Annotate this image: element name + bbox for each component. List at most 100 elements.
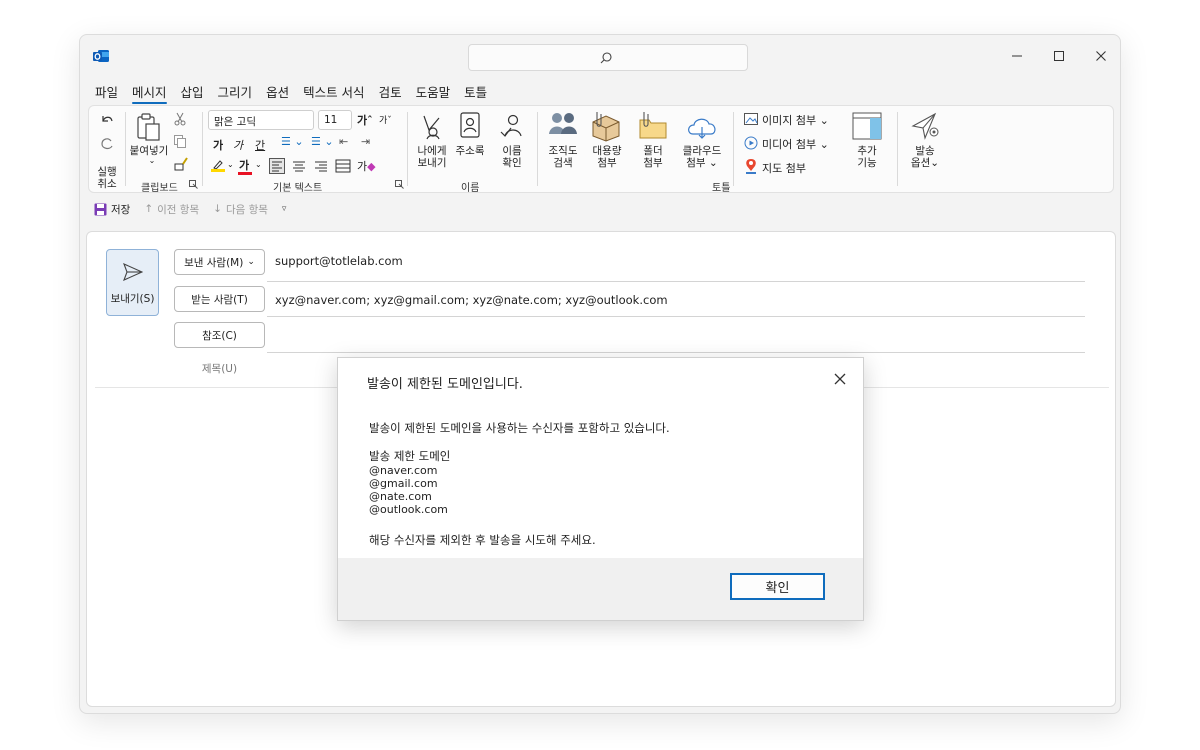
dialog-launcher-icon[interactable] <box>395 180 404 189</box>
cloud-attachment-icon[interactable] <box>685 114 719 140</box>
tab-draw[interactable]: 그리기 <box>211 79 260 103</box>
tab-file[interactable]: 파일 <box>88 79 125 103</box>
dialog-instruction: 해당 수신자를 제외한 후 발송을 시도해 주세요. <box>369 533 596 547</box>
to-underline <box>267 316 1085 317</box>
paste-icon[interactable] <box>135 112 161 142</box>
tab-totle[interactable]: 토틀 <box>457 79 494 103</box>
list-item: @naver.com <box>369 464 438 477</box>
totle-group-label: 토틀 <box>712 183 731 194</box>
menu-bar: 파일 메시지 삽입 그리기 옵션 텍스트 서식 검토 도움말 토틀 <box>88 79 494 104</box>
names-group-label: 이름 <box>461 183 480 194</box>
org-search-button[interactable]: 조직도 검색 <box>545 145 581 169</box>
media-attach-button[interactable]: 미디어 첨부 ⌄ <box>762 136 829 152</box>
search-input[interactable] <box>468 44 748 71</box>
chevron-down-icon[interactable]: ⌄ <box>255 160 262 169</box>
align-center-icon[interactable] <box>291 158 307 174</box>
dialog-close-button[interactable] <box>829 368 851 390</box>
font-name-select[interactable]: 맑은 고딕 <box>208 110 314 130</box>
from-button[interactable]: 보낸 사람(M) ⌄ <box>174 249 265 275</box>
separator <box>733 112 734 186</box>
map-attach-button[interactable]: 지도 첨부 <box>762 160 806 176</box>
cc-button[interactable]: 참조(C) <box>174 322 265 348</box>
subject-label: 제목(U) <box>201 363 238 375</box>
format-painter-icon[interactable] <box>173 156 189 172</box>
minimize-button[interactable] <box>1002 46 1032 66</box>
decrease-indent-icon[interactable]: ⇤ <box>339 135 348 148</box>
ok-button[interactable]: 확인 <box>730 573 825 600</box>
quick-access-toolbar: 저장 ↑ 이전 항목 ↓ 다음 항목 ▿ <box>88 196 1114 222</box>
check-names-icon[interactable] <box>499 112 525 140</box>
to-button[interactable]: 받는 사람(T) <box>174 286 265 312</box>
copy-icon[interactable] <box>173 134 187 148</box>
maximize-icon <box>1054 51 1064 61</box>
cut-icon[interactable] <box>173 112 187 126</box>
separator <box>202 112 203 186</box>
clear-formatting-icon[interactable]: 가◆ <box>357 158 376 174</box>
maximize-button[interactable] <box>1044 46 1074 66</box>
save-button[interactable]: 저장 <box>94 202 130 217</box>
cloud-attachment-button[interactable]: 클라우드 첨부 ⌄ <box>679 145 725 169</box>
org-chart-icon[interactable] <box>547 110 579 140</box>
customize-toolbar-icon[interactable]: ▿ <box>282 204 287 214</box>
previous-item-button[interactable]: ↑ 이전 항목 <box>144 202 199 217</box>
justify-icon[interactable] <box>335 158 351 174</box>
font-color-icon[interactable]: 가 <box>239 157 249 173</box>
add-ins-icon[interactable] <box>852 112 882 140</box>
large-attachment-icon[interactable] <box>589 110 623 142</box>
from-value: support@totlelab.com <box>275 254 403 268</box>
grow-font-icon[interactable]: 가ˆ <box>357 112 373 128</box>
tab-review[interactable]: 검토 <box>372 79 409 103</box>
media-icon[interactable] <box>744 136 758 150</box>
address-book-icon[interactable] <box>459 112 481 138</box>
separator <box>897 112 898 186</box>
dialog-title: 발송이 제한된 도메인입니다. <box>367 377 523 392</box>
increase-indent-icon[interactable]: ⇥ <box>361 135 370 148</box>
undo-icon[interactable] <box>99 112 115 128</box>
tab-help[interactable]: 도움말 <box>409 79 458 103</box>
align-left-icon[interactable] <box>269 158 285 174</box>
dialog-launcher-icon[interactable] <box>189 180 198 189</box>
arrow-up-icon: ↑ <box>144 203 154 215</box>
add-ins-button[interactable]: 추가 기능 <box>849 145 885 169</box>
separator <box>537 112 538 186</box>
image-icon[interactable] <box>744 113 758 125</box>
chevron-down-icon[interactable]: ⌄ <box>227 160 234 169</box>
restricted-domain-dialog: 발송이 제한된 도메인입니다. 발송이 제한된 도메인을 사용하는 수신자를 포… <box>337 357 864 621</box>
underline-icon[interactable]: 간 <box>255 137 265 153</box>
bullets-icon[interactable]: ☰ ⌄ <box>281 135 304 148</box>
send-to-me-icon[interactable] <box>419 112 445 140</box>
font-size-select[interactable]: 11 <box>318 110 352 130</box>
image-attach-button[interactable]: 이미지 첨부 ⌄ <box>762 112 829 128</box>
italic-icon[interactable]: 가 <box>233 137 243 153</box>
align-right-icon[interactable] <box>313 158 329 174</box>
redo-icon[interactable] <box>99 136 115 152</box>
address-book-button[interactable]: 주소록 <box>452 145 488 157</box>
send-to-me-button[interactable]: 나에게 보내기 <box>413 145 451 169</box>
separator <box>125 112 126 186</box>
send-button[interactable]: 보내기(S) <box>106 249 159 316</box>
clipboard-group-label: 클립보드 <box>141 183 178 194</box>
highlight-icon[interactable] <box>211 158 225 172</box>
folder-attachment-button[interactable]: 폴더 첨부 <box>635 145 671 169</box>
next-item-button[interactable]: ↓ 다음 항목 <box>213 202 268 217</box>
tab-insert[interactable]: 삽입 <box>174 79 211 103</box>
chevron-down-icon[interactable]: ⌄ <box>147 155 157 167</box>
title-bar <box>80 35 1120 77</box>
numbering-icon[interactable]: ☰ ⌄ <box>311 135 334 148</box>
send-options-icon[interactable] <box>911 112 941 140</box>
tab-options[interactable]: 옵션 <box>259 79 296 103</box>
close-window-button[interactable] <box>1086 46 1116 66</box>
shrink-font-icon[interactable]: 가ˇ <box>379 113 392 126</box>
list-item: @outlook.com <box>369 503 448 516</box>
large-attachment-button[interactable]: 대용량 첨부 <box>589 145 625 169</box>
bold-icon[interactable]: 가 <box>213 137 223 153</box>
check-names-button[interactable]: 이름 확인 <box>497 145 527 169</box>
send-options-button[interactable]: 발송 옵션⌄ <box>907 145 943 169</box>
dialog-message: 발송이 제한된 도메인을 사용하는 수신자를 포함하고 있습니다. <box>369 421 670 435</box>
tab-message[interactable]: 메시지 <box>125 79 174 104</box>
to-field[interactable]: xyz@naver.com; xyz@gmail.com; xyz@nate.c… <box>275 293 668 307</box>
cc-field[interactable] <box>267 352 1085 353</box>
tab-format-text[interactable]: 텍스트 서식 <box>296 79 371 103</box>
folder-attachment-icon[interactable] <box>637 110 669 142</box>
map-pin-icon[interactable] <box>744 158 758 174</box>
